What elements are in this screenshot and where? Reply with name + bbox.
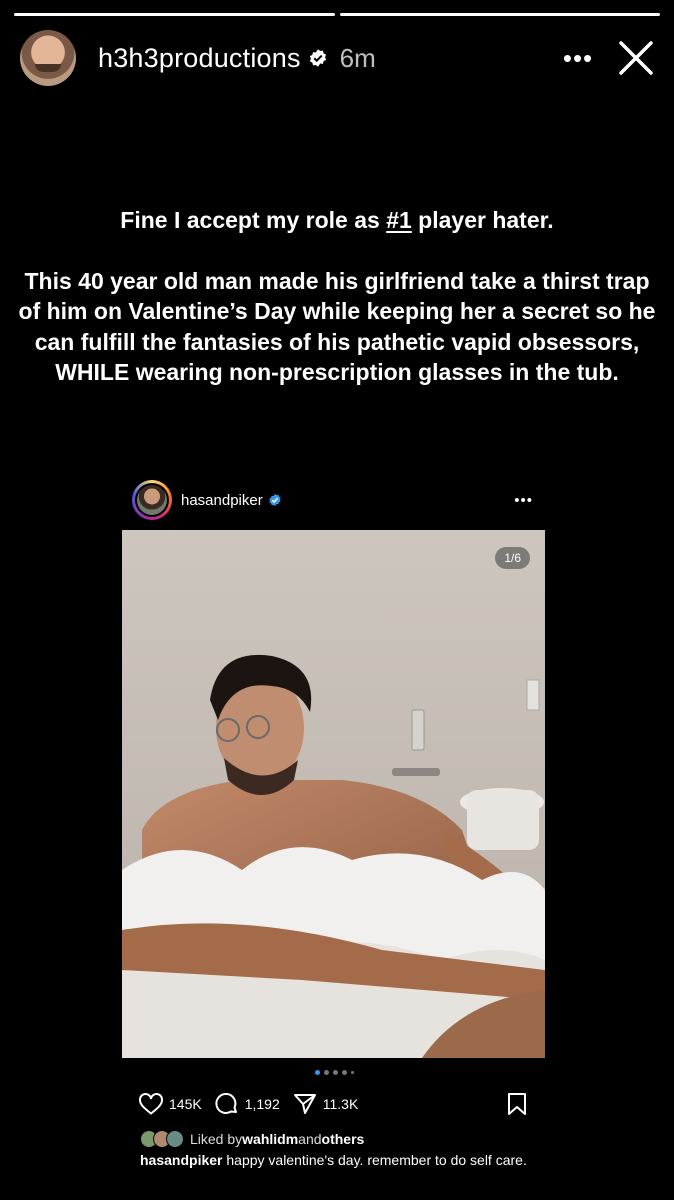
shared-post-card[interactable]: hasandpiker ••• 1/6 145K 1,192 11.3K Lik…: [122, 470, 547, 1200]
heart-icon: [139, 1093, 163, 1115]
story-username[interactable]: h3h3productions: [98, 43, 301, 74]
share-button[interactable]: 11.3K: [292, 1092, 359, 1116]
comment-count: 1,192: [244, 1096, 280, 1112]
post-actions: 145K 1,192 11.3K: [122, 1086, 547, 1122]
hashtag-link[interactable]: #1: [386, 207, 412, 233]
liked-by-row[interactable]: Liked by wahlidm and others: [122, 1130, 547, 1148]
like-count: 145K: [169, 1096, 202, 1112]
story-header: h3h3productions 6m •••: [20, 30, 660, 86]
bathtub-photo-image: [122, 530, 545, 1058]
liked-by-user[interactable]: wahlidm: [242, 1131, 298, 1147]
carousel-dot: [342, 1069, 347, 1075]
progress-segment: [14, 13, 335, 16]
comment-button[interactable]: 1,192: [214, 1092, 280, 1116]
carousel-dot: [315, 1069, 320, 1075]
share-icon: [293, 1094, 316, 1114]
caption-line-1: Fine I accept my role as #1 player hater…: [120, 207, 554, 233]
story-progress-bar: [14, 13, 660, 17]
verified-badge-icon: [268, 493, 282, 507]
verified-badge-icon: [308, 48, 328, 68]
liked-by-mid: and: [298, 1131, 322, 1147]
caption-text: happy valentine's day. remember to do se…: [222, 1152, 527, 1168]
post-more-options-button[interactable]: •••: [514, 492, 533, 509]
story-timestamp: 6m: [339, 42, 376, 73]
carousel-dot: [324, 1069, 329, 1075]
caption-username[interactable]: hasandpiker: [140, 1152, 222, 1168]
post-username[interactable]: hasandpiker: [181, 492, 263, 509]
post-photo[interactable]: 1/6: [122, 530, 545, 1058]
share-count: 11.3K: [322, 1096, 359, 1112]
liked-by-prefix: Liked by: [190, 1131, 243, 1147]
caption-line-2: This 40 year old man made his girlfriend…: [18, 267, 656, 386]
avatar: [166, 1130, 184, 1148]
story-caption: Fine I accept my role as #1 player hater…: [14, 205, 660, 388]
post-avatar[interactable]: [132, 480, 172, 520]
progress-segment: [339, 13, 660, 16]
bookmark-icon[interactable]: [507, 1092, 527, 1116]
carousel-counter: 1/6: [495, 547, 530, 569]
more-options-button[interactable]: •••: [558, 38, 598, 78]
liker-avatars: [140, 1130, 184, 1148]
comment-icon: [215, 1093, 237, 1114]
carousel-dots: [122, 1058, 547, 1086]
like-button[interactable]: 145K: [138, 1092, 202, 1116]
close-icon[interactable]: [616, 38, 656, 78]
post-caption: hasandpiker happy valentine's day. remem…: [122, 1148, 547, 1169]
carousel-dot: [333, 1069, 338, 1075]
liked-by-others[interactable]: others: [322, 1131, 365, 1147]
avatar[interactable]: [20, 30, 76, 86]
carousel-dot: [351, 1070, 354, 1074]
post-header: hasandpiker •••: [122, 470, 547, 530]
